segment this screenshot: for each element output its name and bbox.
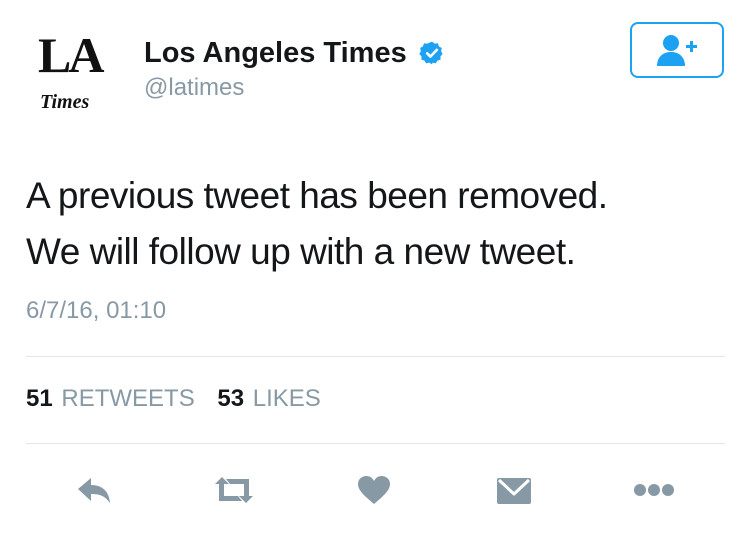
direct-message-icon xyxy=(497,478,531,504)
retweet-count[interactable]: 51 xyxy=(26,385,53,412)
logo-text-times: Times xyxy=(40,91,90,113)
tweet-line: A previous tweet has been removed. xyxy=(26,175,608,216)
like-icon xyxy=(358,476,390,504)
logo-text-la: LA xyxy=(38,27,104,83)
like-count[interactable]: 53 xyxy=(217,385,244,412)
stats-row: 51 RETWEETS 53 LIKES xyxy=(26,384,337,414)
avatar[interactable]: LA Times xyxy=(28,30,126,116)
add-user-icon xyxy=(657,35,697,66)
author-block: Los Angeles Times @latimes xyxy=(144,36,445,102)
handle[interactable]: @latimes xyxy=(144,74,445,102)
reply-icon xyxy=(78,478,110,503)
verified-badge-icon xyxy=(419,41,443,65)
more-button[interactable] xyxy=(624,462,684,518)
like-button[interactable] xyxy=(344,462,404,518)
tweet-text: A previous tweet has been removed. We wi… xyxy=(26,168,716,280)
tweet-line: We will follow up with a new tweet. xyxy=(26,231,576,272)
follow-button[interactable] xyxy=(630,22,724,78)
retweet-button[interactable] xyxy=(204,462,264,518)
divider xyxy=(26,356,725,357)
more-icon xyxy=(634,484,674,496)
reply-button[interactable] xyxy=(64,462,124,518)
like-label[interactable]: LIKES xyxy=(253,385,321,412)
divider xyxy=(26,443,725,444)
retweet-label[interactable]: RETWEETS xyxy=(61,385,194,412)
timestamp[interactable]: 6/7/16, 01:10 xyxy=(26,296,166,326)
action-bar xyxy=(0,462,737,518)
retweet-icon xyxy=(215,477,253,503)
direct-message-button[interactable] xyxy=(484,462,544,518)
display-name[interactable]: Los Angeles Times xyxy=(144,36,407,70)
tweet-card: LA Times Los Angeles Times @latimes A pr… xyxy=(0,0,737,535)
